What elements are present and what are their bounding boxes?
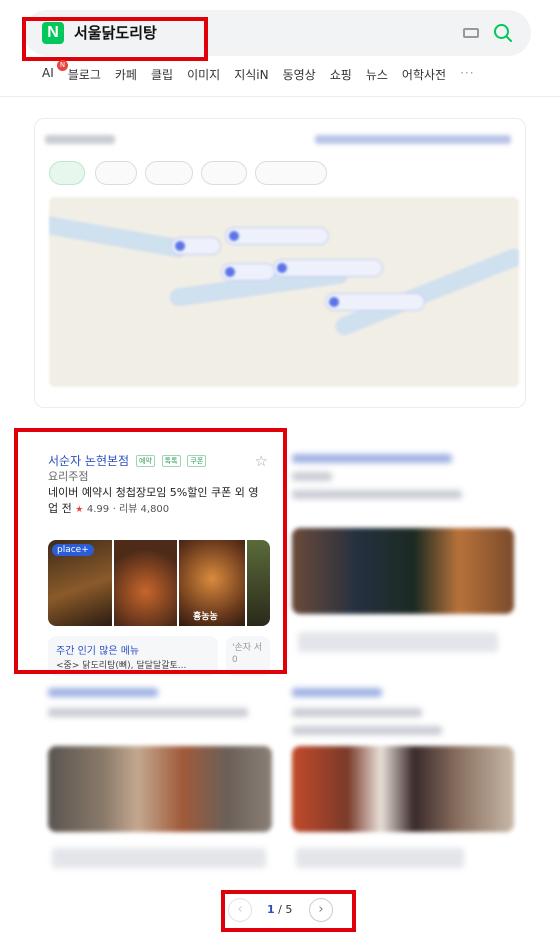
- tab-shopping[interactable]: 쇼핑: [330, 66, 352, 86]
- restaurant-card[interactable]: [292, 686, 514, 876]
- filter-chip[interactable]: [145, 161, 193, 185]
- blurred-name: [48, 688, 158, 697]
- filter-chip[interactable]: [201, 161, 247, 185]
- highlight-search-box: [22, 17, 208, 61]
- filter-chip[interactable]: [95, 161, 137, 185]
- filter-chip[interactable]: [255, 161, 327, 185]
- tab-dictionary[interactable]: 어학사전: [402, 66, 446, 86]
- blurred-link: [315, 135, 511, 144]
- restaurant-card[interactable]: [48, 686, 272, 876]
- tab-image[interactable]: 이미지: [187, 66, 220, 86]
- search-icon[interactable]: [492, 22, 514, 44]
- blurred-name: [292, 454, 452, 463]
- tab-label: AI: [42, 66, 54, 80]
- blurred-desc: [292, 708, 422, 717]
- photo-food[interactable]: [292, 528, 514, 614]
- blurred-desc: [292, 726, 442, 735]
- tab-kin[interactable]: 지식iN: [234, 66, 268, 86]
- blurred-desc: [48, 708, 248, 717]
- tab-video[interactable]: 동영상: [283, 66, 316, 86]
- blurred-title: [45, 135, 115, 144]
- new-badge: N: [57, 60, 68, 71]
- map-view[interactable]: [49, 197, 519, 387]
- blurred-menu: [296, 848, 464, 868]
- divider: [0, 96, 560, 97]
- tab-clip[interactable]: 클립: [151, 66, 173, 86]
- tab-blog[interactable]: 블로그: [68, 66, 101, 86]
- map-pin[interactable]: [221, 263, 275, 281]
- map-pin[interactable]: [273, 259, 383, 277]
- tab-news[interactable]: 뉴스: [366, 66, 388, 86]
- keyboard-icon[interactable]: [463, 28, 479, 38]
- blurred-category: [292, 472, 332, 481]
- blurred-menu: [52, 848, 266, 868]
- highlight-pagination: [221, 890, 356, 932]
- photo-food[interactable]: [292, 746, 514, 832]
- map-pin[interactable]: [225, 227, 329, 245]
- restaurant-card[interactable]: [292, 452, 514, 662]
- photo-food[interactable]: [48, 746, 272, 832]
- filter-chip[interactable]: [49, 161, 85, 185]
- highlight-restaurant-card: [14, 428, 287, 674]
- blurred-name: [292, 688, 382, 697]
- map-river: [49, 213, 190, 259]
- map-pin[interactable]: [171, 237, 221, 255]
- more-tabs-icon[interactable]: ···: [460, 66, 474, 86]
- tab-cafe[interactable]: 카페: [115, 66, 137, 86]
- blurred-desc: [292, 490, 462, 499]
- place-map-card: [34, 118, 526, 408]
- map-pin[interactable]: [325, 293, 425, 311]
- blurred-menu: [298, 632, 498, 652]
- tab-ai[interactable]: AI N: [42, 60, 68, 86]
- search-tabs: AI N 블로그 카페 클립 이미지 지식iN 동영상 쇼핑 뉴스 어학사전 ··…: [42, 60, 489, 86]
